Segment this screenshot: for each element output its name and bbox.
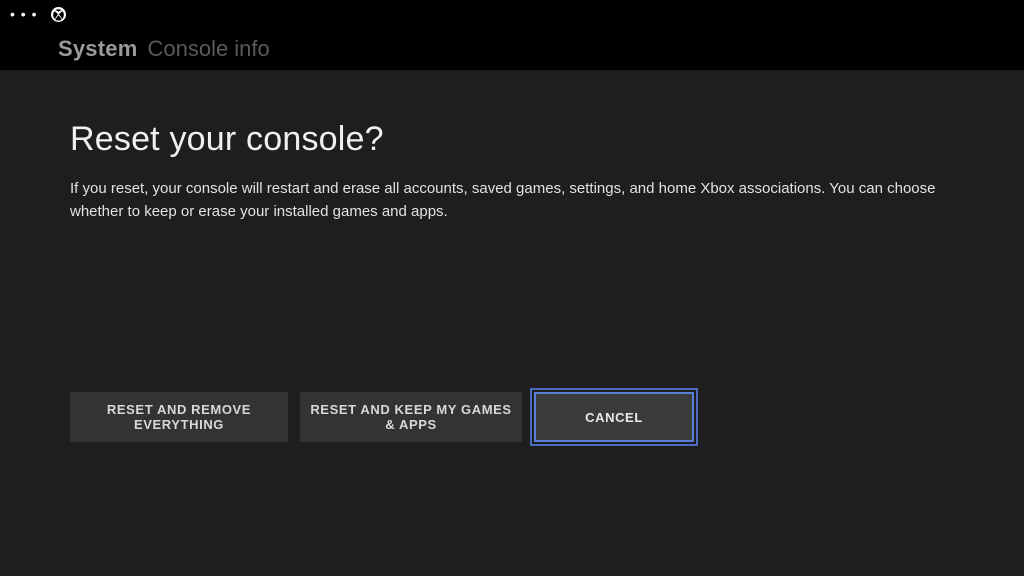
button-row: RESET AND REMOVE EVERYTHING RESET AND KE… — [70, 392, 694, 442]
more-icon[interactable]: • • • — [10, 7, 37, 21]
top-bar: • • • — [0, 0, 1024, 28]
xbox-logo-icon — [51, 7, 66, 22]
breadcrumb-root: System — [58, 36, 137, 62]
reset-remove-button[interactable]: RESET AND REMOVE EVERYTHING — [70, 392, 288, 442]
breadcrumb-current: Console info — [147, 36, 269, 62]
breadcrumb: System Console info — [0, 28, 1024, 70]
reset-keep-button[interactable]: RESET AND KEEP MY GAMES & APPS — [300, 392, 522, 442]
main-panel: Reset your console? If you reset, your c… — [0, 70, 1024, 576]
page-description: If you reset, your console will restart … — [70, 177, 950, 224]
page-title: Reset your console? — [70, 120, 954, 159]
cancel-button[interactable]: CANCEL — [534, 392, 694, 442]
